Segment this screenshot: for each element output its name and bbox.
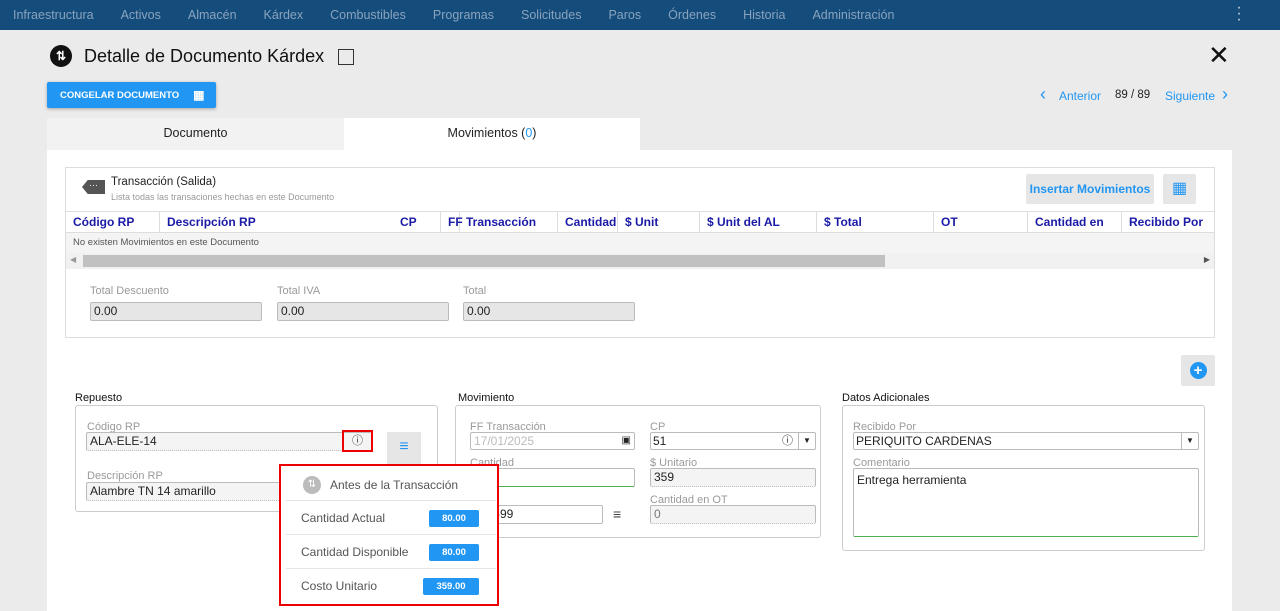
grid-off-icon: ▦: [193, 88, 205, 102]
col-recibido[interactable]: Recibido Por: [1122, 212, 1214, 232]
popup-row: Costo Unitario 359.00: [286, 568, 496, 602]
scrollbar-thumb[interactable]: [83, 255, 885, 267]
nav-activos[interactable]: Activos: [121, 8, 161, 22]
repuesto-title: Repuesto: [75, 392, 123, 404]
row-label: Costo Unitario: [301, 579, 378, 593]
cp-value: 51: [653, 434, 667, 448]
cant-ot-field: 0: [650, 505, 816, 524]
chevron-right-icon[interactable]: ›: [1222, 84, 1228, 105]
freeze-document-button[interactable]: CONGELAR DOCUMENTO ▦: [47, 82, 216, 108]
descripcion-field[interactable]: Alambre TN 14 amarillo: [86, 482, 286, 501]
nav-kardex[interactable]: Kárdex: [264, 8, 304, 22]
col-codigo[interactable]: Código RP: [66, 212, 160, 232]
page-title: Detalle de Documento Kárdex: [84, 46, 325, 66]
card-title: Transacción (Salida): [111, 176, 217, 188]
codigo-field[interactable]: ALA-ELE-14: [86, 432, 373, 451]
prev-link[interactable]: Anterior: [1059, 89, 1101, 103]
nav-ordenes[interactable]: Órdenes: [668, 8, 716, 22]
tab-paren: ): [532, 126, 537, 140]
nav-administracion[interactable]: Administración: [812, 8, 894, 22]
table-header: Código RP Descripción RP CP FF Transacci…: [66, 211, 1214, 249]
row-label: Cantidad Actual: [301, 511, 386, 525]
col-cp[interactable]: CP: [393, 212, 441, 232]
total-iva-label: Total IVA: [277, 285, 321, 297]
nav-solicitudes[interactable]: Solicitudes: [521, 8, 581, 22]
tab-documento[interactable]: Documento: [47, 118, 344, 150]
checkbox[interactable]: [338, 49, 354, 65]
col-ot[interactable]: OT: [934, 212, 1028, 232]
swap-vert-icon: ⇅: [50, 45, 72, 67]
row-badge: 80.00: [429, 510, 479, 527]
add-circle-icon: +: [1189, 362, 1207, 379]
total-label: Total: [463, 285, 487, 297]
info-icon[interactable]: ⓘ: [782, 433, 793, 449]
col-total[interactable]: $ Total: [817, 212, 934, 232]
recibido-value: PERIQUITO CARDENAS: [856, 434, 992, 448]
info-icon[interactable]: ⓘ: [342, 430, 373, 452]
cp-field[interactable]: 51 ⓘ ▼: [650, 432, 816, 450]
scroll-right-icon[interactable]: ▶: [1204, 255, 1210, 264]
adicionales-title: Datos Adicionales: [842, 392, 930, 404]
col-cant-ot[interactable]: Cantidad en OT: [1028, 212, 1122, 249]
col-cantidad[interactable]: Cantidad: [558, 212, 618, 232]
more-vert-icon[interactable]: · · ·: [1236, 0, 1242, 28]
col-unit-al[interactable]: $ Unit del AL: [700, 212, 817, 232]
row-label: Cantidad Disponible: [301, 545, 409, 559]
scroll-left-icon[interactable]: ◀: [70, 255, 76, 264]
ff-field[interactable]: 17/01/2025 ▣: [470, 432, 635, 450]
movimiento-title: Movimiento: [458, 392, 515, 404]
freeze-label: CONGELAR DOCUMENTO: [60, 89, 180, 101]
next-link[interactable]: Siguiente: [1165, 89, 1215, 103]
nav-paros[interactable]: Paros: [608, 8, 641, 22]
nav-almacen[interactable]: Almacén: [188, 8, 237, 22]
dropdown-icon[interactable]: ▼: [798, 433, 815, 449]
descripcion-label: Descripción RP: [87, 470, 163, 482]
popup-row: Cantidad Disponible 80.00: [286, 534, 496, 568]
grid-off-icon[interactable]: ▦: [1163, 174, 1196, 204]
add-button[interactable]: +: [1181, 355, 1215, 386]
horizontal-scrollbar[interactable]: ◀ ▶: [66, 253, 1214, 269]
nav-infraestructura[interactable]: Infraestructura: [13, 8, 94, 22]
comentario-textarea[interactable]: Entrega herramienta: [853, 468, 1199, 537]
row-badge: 359.00: [423, 578, 479, 595]
info-popup: ⇅ Antes de la Transacción Cantidad Actua…: [279, 464, 499, 606]
total-descuento-label: Total Descuento: [90, 285, 169, 297]
popup-row: Cantidad Actual 80.00: [286, 500, 496, 534]
calendar-icon[interactable]: ▣: [622, 433, 631, 449]
card-subtitle: Lista todas las transaciones hechas en e…: [111, 192, 335, 202]
chevron-left-icon[interactable]: ‹: [1040, 84, 1046, 105]
dropdown-icon[interactable]: ▼: [1181, 433, 1198, 449]
popup-title: Antes de la Transacción: [330, 478, 459, 492]
ff-value: 17/01/2025: [474, 434, 535, 448]
row-badge: 80.00: [429, 544, 479, 561]
nav-combustibles[interactable]: Combustibles: [330, 8, 406, 22]
tab-movimientos[interactable]: Movimientos (0): [344, 118, 640, 150]
nav-historia[interactable]: Historia: [743, 8, 785, 22]
filter-icon[interactable]: ≡: [613, 506, 621, 522]
filter-icon[interactable]: ≡: [387, 432, 421, 464]
page-indicator: 89 / 89: [1115, 89, 1151, 101]
total-iva-field: 0.00: [277, 302, 449, 321]
total-field: 0.00: [463, 302, 635, 321]
close-icon[interactable]: ✕: [1208, 40, 1230, 71]
col-ff[interactable]: FF Transacción: [441, 212, 558, 232]
unitario-field: 359: [650, 468, 816, 487]
top-nav: Infraestructura Activos Almacén Kárdex C…: [0, 0, 1280, 30]
nav-programas[interactable]: Programas: [433, 8, 494, 22]
insert-movements-button[interactable]: Insertar Movimientos: [1026, 174, 1154, 204]
col-unit[interactable]: $ Unit: [618, 212, 700, 232]
recibido-select[interactable]: PERIQUITO CARDENAS ▼: [853, 432, 1199, 450]
tab-label: Movimientos (: [447, 126, 526, 140]
empty-row: No existen Movimientos en este Documento: [66, 233, 1214, 253]
total-descuento-field: 0.00: [90, 302, 262, 321]
swap-vert-icon: ⇅: [303, 476, 321, 494]
